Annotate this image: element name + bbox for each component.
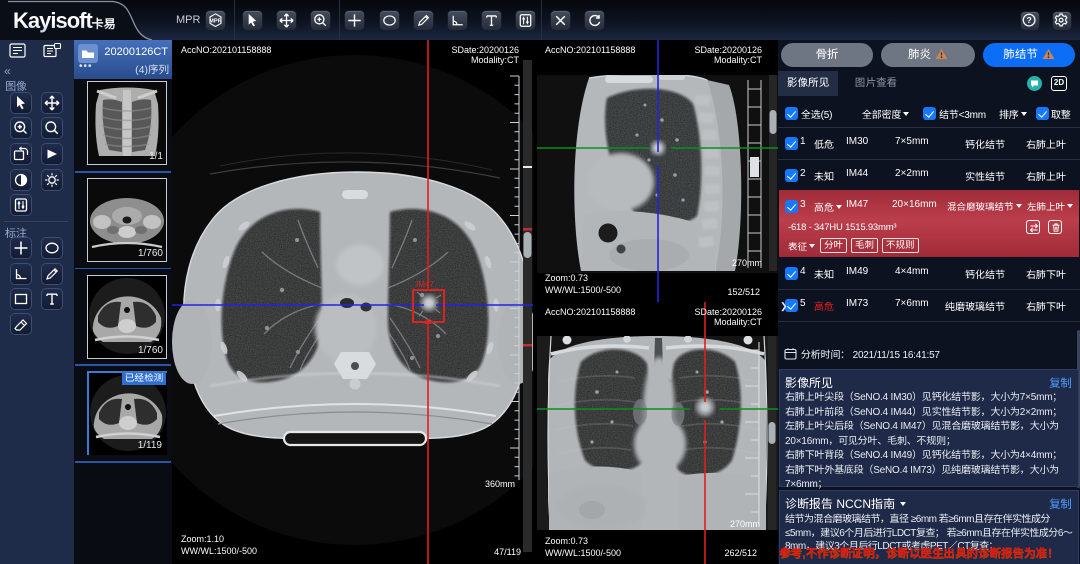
svg-text:?: ? — [1026, 15, 1031, 25]
svg-text:MPR: MPR — [209, 19, 222, 25]
svg-text:IM47: IM47 — [416, 280, 434, 289]
